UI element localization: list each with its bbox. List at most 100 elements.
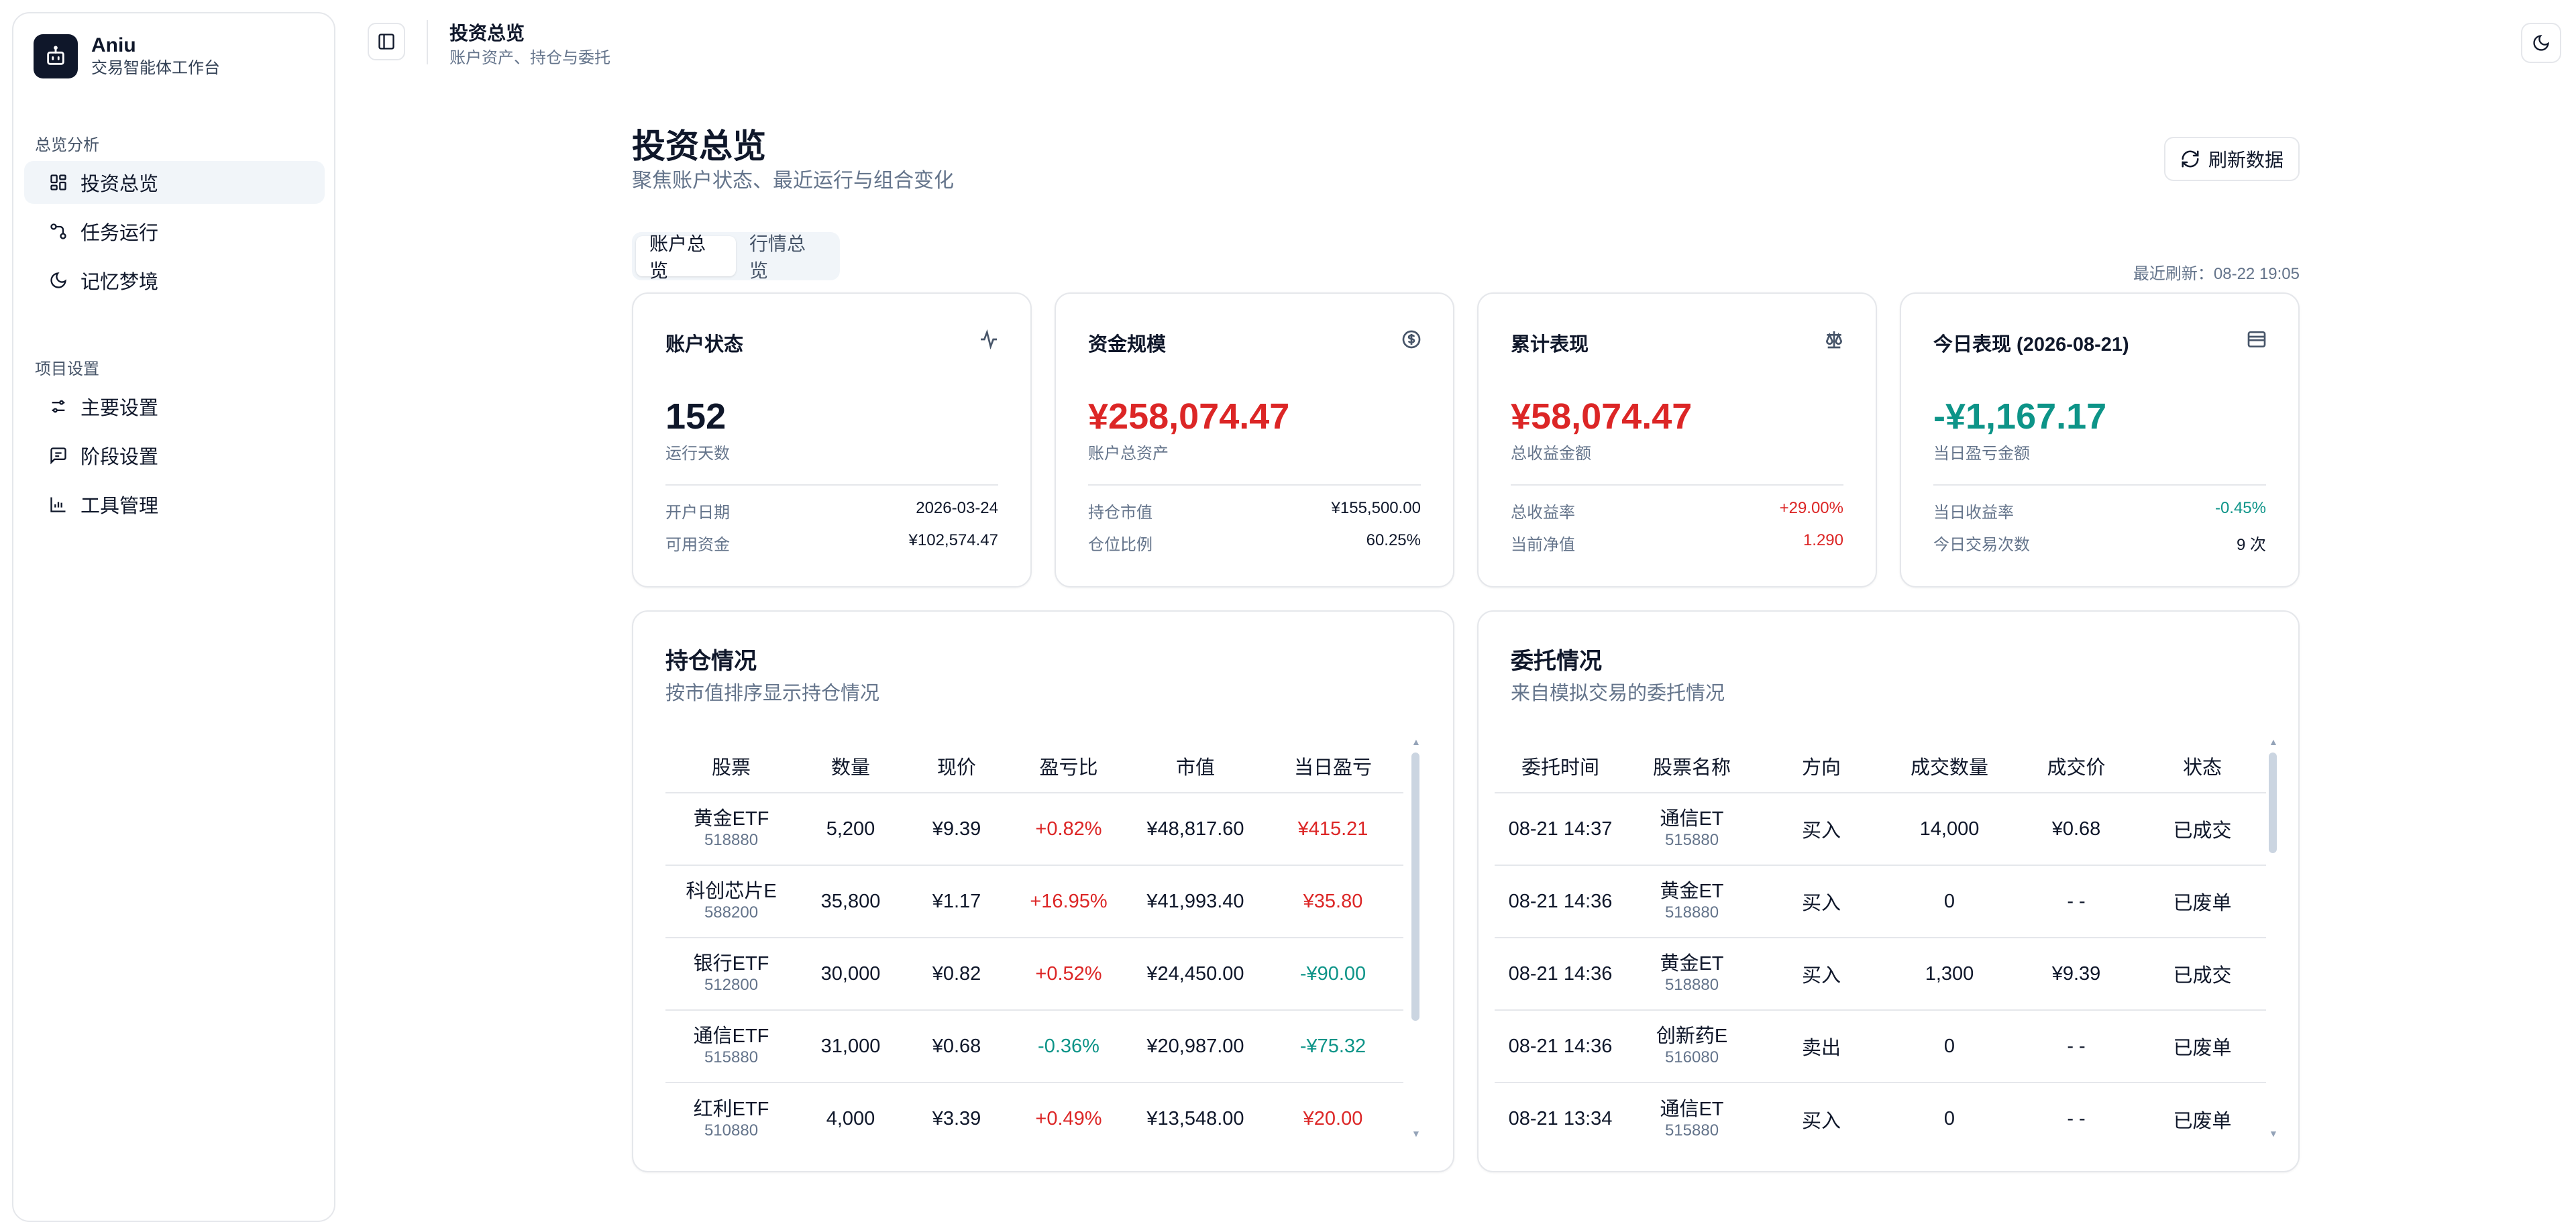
table-row[interactable]: 08-21 14:36 黄金ET 518880 买入 0 - - 已废单 bbox=[1495, 865, 2266, 938]
column-header[interactable]: 数量 bbox=[797, 739, 904, 793]
brand-name: Aniu bbox=[91, 34, 136, 56]
table-row[interactable]: 红利ETF 510880 4,000 ¥3.39 +0.49% ¥13,548.0… bbox=[665, 1082, 1403, 1155]
stat-row-label: 当日收益率 bbox=[1933, 504, 2014, 522]
scroll-down-arrow[interactable]: ▼ bbox=[2269, 1128, 2278, 1139]
stat-row: 可用资金 ¥102,574.47 bbox=[665, 531, 998, 555]
column-header[interactable]: 状态 bbox=[2139, 739, 2266, 793]
column-header[interactable]: 股票名称 bbox=[1626, 739, 1758, 793]
stat-row: 开户日期 2026-03-24 bbox=[665, 499, 998, 522]
filled-qty: 0 bbox=[1885, 865, 2014, 938]
filled-qty: 0 bbox=[1885, 1010, 2014, 1083]
order-status: 已成交 bbox=[2139, 938, 2266, 1011]
price: ¥1.17 bbox=[904, 865, 1009, 938]
stock-name: 银行ETF bbox=[693, 953, 769, 975]
order-time: 08-21 14:36 bbox=[1495, 938, 1626, 1011]
stat-row-label: 持仓市值 bbox=[1088, 504, 1152, 522]
stat-label: 运行天数 bbox=[665, 445, 730, 463]
stat-title: 资金规模 bbox=[1088, 334, 1167, 355]
theme-toggle-button[interactable] bbox=[2521, 23, 2561, 63]
stock-code: 588200 bbox=[704, 903, 759, 922]
scale-icon bbox=[1822, 327, 1846, 351]
column-header[interactable]: 股票 bbox=[665, 739, 797, 793]
table-row[interactable]: 科创芯片E 588200 35,800 ¥1.17 +16.95% ¥41,993… bbox=[665, 865, 1403, 938]
day-pnl: -¥90.00 bbox=[1263, 938, 1403, 1011]
sidebar-item-memory-dream[interactable]: 记忆梦境 bbox=[24, 259, 325, 302]
column-header[interactable]: 委托时间 bbox=[1495, 739, 1626, 793]
market-value: ¥41,993.40 bbox=[1128, 865, 1263, 938]
column-header[interactable]: 盈亏比 bbox=[1009, 739, 1128, 793]
orders-scrollbar[interactable] bbox=[2269, 753, 2277, 853]
stat-row-value: 9 次 bbox=[2236, 536, 2266, 554]
order-side: 买入 bbox=[1801, 1110, 1841, 1132]
stat-row: 持仓市值 ¥155,500.00 bbox=[1088, 499, 1421, 522]
sidebar-item-tool-management[interactable]: 工具管理 bbox=[24, 483, 325, 526]
table-row[interactable]: 银行ETF 512800 30,000 ¥0.82 +0.52% ¥24,450.… bbox=[665, 938, 1403, 1011]
price: ¥0.68 bbox=[904, 1010, 1009, 1083]
stat-row-label: 可用资金 bbox=[665, 536, 730, 554]
column-header[interactable]: 现价 bbox=[904, 739, 1009, 793]
stat-card-fund-scale: 资金规模 ¥258,074.47 账户总资产 持仓市值 ¥155,500.00 … bbox=[1055, 292, 1454, 588]
holdings-table: 股票 数量 现价 盈亏比 市值 当日盈亏 黄金ETF 518880 5,200 ¥… bbox=[665, 739, 1403, 1155]
sidebar-item-investment-overview[interactable]: 投资总览 bbox=[24, 161, 325, 204]
table-row[interactable]: 08-21 13:34 通信ET 515880 买入 0 - - 已废单 bbox=[1495, 1082, 2266, 1155]
page-title: 投资总览 bbox=[632, 127, 766, 165]
table-row[interactable]: 08-21 14:36 创新药E 516080 卖出 0 - - 已废单 bbox=[1495, 1010, 2266, 1083]
last-refresh-time: 最近刷新：08-22 19:05 bbox=[2133, 265, 2300, 283]
nav-group-project-settings: 项目设置 bbox=[35, 360, 99, 378]
stock-code: 518880 bbox=[1664, 976, 1719, 994]
quantity: 30,000 bbox=[797, 938, 904, 1011]
day-pnl: -¥75.32 bbox=[1263, 1010, 1403, 1083]
filled-price: - - bbox=[2067, 1108, 2086, 1129]
holdings-scrollbar[interactable] bbox=[1411, 753, 1419, 1021]
column-header[interactable]: 市值 bbox=[1128, 739, 1263, 793]
dashboard-icon bbox=[48, 172, 68, 192]
day-pnl: ¥415.21 bbox=[1263, 793, 1403, 866]
divider bbox=[665, 484, 998, 486]
quantity: 35,800 bbox=[797, 865, 904, 938]
day-pnl: ¥35.80 bbox=[1263, 865, 1403, 938]
pnl-percent: -0.36% bbox=[1009, 1010, 1128, 1083]
workflow-icon bbox=[48, 221, 68, 241]
table-row[interactable]: 08-21 14:37 通信ET 515880 买入 14,000 ¥0.68 已… bbox=[1495, 793, 2266, 866]
refresh-data-button[interactable]: 刷新数据 bbox=[2164, 137, 2300, 181]
brand[interactable]: Aniu 交易智能体工作台 bbox=[34, 34, 220, 79]
sidebar-item-task-run[interactable]: 任务运行 bbox=[24, 210, 325, 253]
stat-card-today-performance: 今日表现 (2026-08-21) -¥1,167.17 当日盈亏金额 当日收益… bbox=[1900, 292, 2300, 588]
pnl-percent: +0.49% bbox=[1035, 1108, 1102, 1129]
filled-qty: 0 bbox=[1943, 1108, 1955, 1129]
price: ¥0.82 bbox=[904, 938, 1009, 1011]
stat-row-value: ¥102,574.47 bbox=[908, 531, 998, 549]
stat-label: 当日盈亏金额 bbox=[1933, 445, 2030, 463]
order-status: 已废单 bbox=[2173, 1110, 2232, 1132]
stat-row: 今日交易次数 9 次 bbox=[1933, 531, 2266, 555]
column-header[interactable]: 方向 bbox=[1758, 739, 1885, 793]
sidebar-item-label: 任务运行 bbox=[80, 223, 159, 244]
orders-table: 委托时间 股票名称 方向 成交数量 成交价 状态 08-21 14:37 通信E… bbox=[1495, 739, 2266, 1155]
order-time: 08-21 14:37 bbox=[1495, 793, 1626, 866]
scroll-down-arrow[interactable]: ▼ bbox=[1411, 1128, 1421, 1139]
table-row[interactable]: 通信ETF 515880 31,000 ¥0.68 -0.36% ¥20,987.… bbox=[665, 1010, 1403, 1083]
column-header[interactable]: 成交价 bbox=[2014, 739, 2139, 793]
stat-row-value: +29.00% bbox=[1779, 499, 1843, 517]
sidebar-toggle-button[interactable] bbox=[368, 23, 405, 60]
table-row[interactable]: 黄金ETF 518880 5,200 ¥9.39 +0.82% ¥48,817.6… bbox=[665, 793, 1403, 866]
price: ¥3.39 bbox=[932, 1108, 981, 1129]
scroll-up-arrow[interactable]: ▲ bbox=[2269, 736, 2278, 747]
scroll-up-arrow[interactable]: ▲ bbox=[1411, 736, 1421, 747]
stat-card-cumulative-performance: 累计表现 ¥58,074.47 总收益金额 总收益率 +29.00% 当前净值 … bbox=[1477, 292, 1877, 588]
order-side: 买入 bbox=[1758, 793, 1885, 866]
nav-group-overview: 总览分析 bbox=[35, 136, 99, 154]
sidebar-item-stage-settings[interactable]: 阶段设置 bbox=[24, 434, 325, 477]
tab-market-overview[interactable]: 行情总览 bbox=[736, 233, 836, 281]
market-value: ¥20,987.00 bbox=[1128, 1010, 1263, 1083]
column-header[interactable]: 当日盈亏 bbox=[1263, 739, 1403, 793]
sidebar-item-label: 投资总览 bbox=[80, 174, 159, 195]
pnl-percent: +0.82% bbox=[1009, 793, 1128, 866]
sidebar-item-main-settings[interactable]: 主要设置 bbox=[24, 385, 325, 428]
tab-account-overview[interactable]: 账户总览 bbox=[636, 233, 736, 281]
holdings-title: 持仓情况 bbox=[665, 649, 757, 674]
filled-price: - - bbox=[2014, 1010, 2139, 1083]
column-header[interactable]: 成交数量 bbox=[1885, 739, 2014, 793]
orders-title: 委托情况 bbox=[1511, 649, 1602, 674]
table-row[interactable]: 08-21 14:36 黄金ET 518880 买入 1,300 ¥9.39 已成… bbox=[1495, 938, 2266, 1011]
